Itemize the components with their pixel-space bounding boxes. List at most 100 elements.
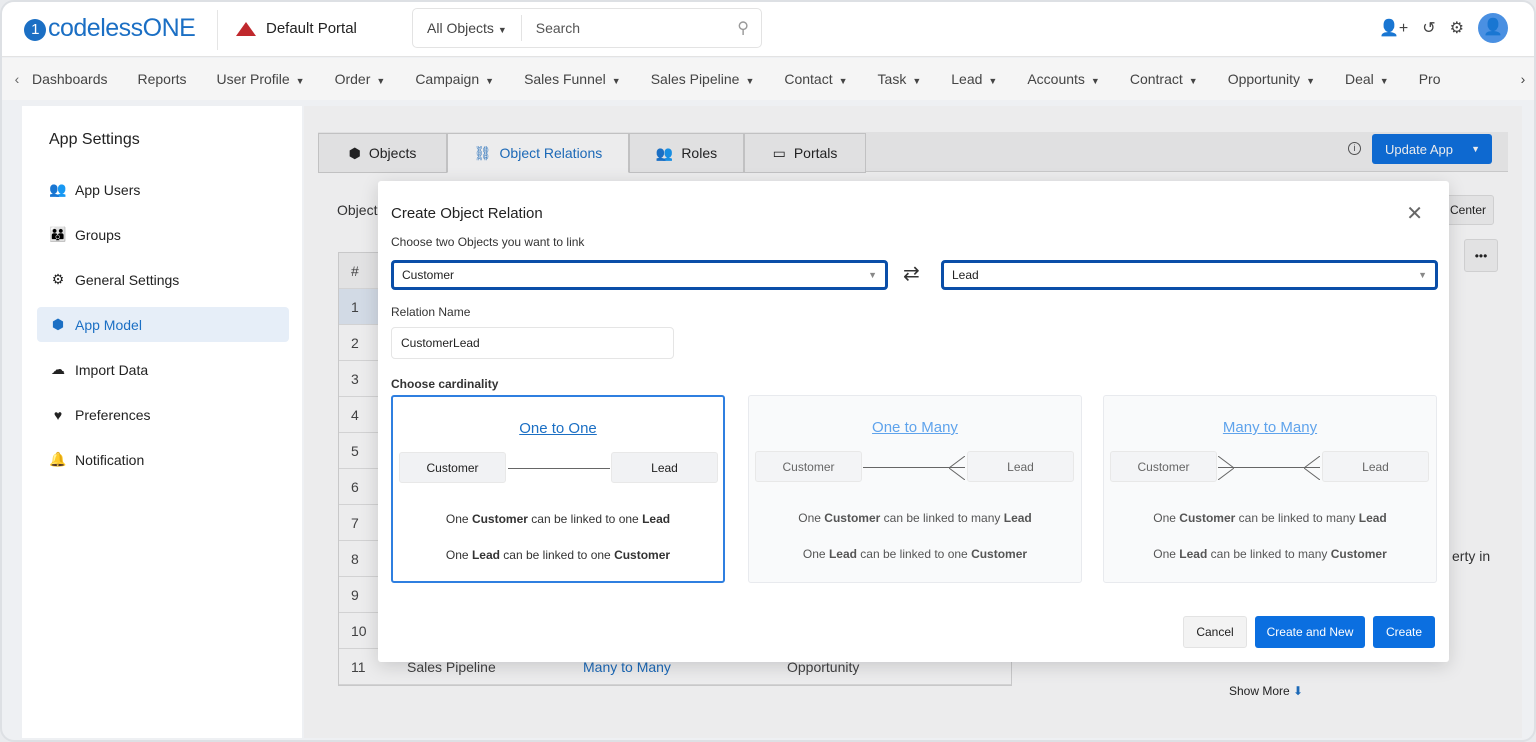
nav-item-label: User Profile — [216, 71, 290, 87]
nav-item-label: Opportunity — [1227, 71, 1301, 87]
desc-object: Lead — [1179, 547, 1208, 561]
create-button[interactable]: Create — [1373, 616, 1435, 648]
dialog-title: Create Object Relation — [391, 205, 543, 222]
object2-value: Lead — [952, 268, 979, 282]
nav-item-label: Accounts — [1027, 71, 1085, 87]
nav-item[interactable]: Pro — [1419, 71, 1441, 87]
search-scope-select[interactable]: All Objects ▼ — [413, 15, 522, 41]
relation-name-input[interactable]: CustomerLead — [391, 327, 674, 359]
desc-text: One — [445, 548, 469, 562]
nav-item-label: Task — [877, 71, 907, 87]
nav-item-label: Dashboards — [32, 71, 108, 87]
nav-item[interactable]: User Profile ▼ — [217, 71, 305, 87]
nav-item[interactable]: Accounts ▼ — [1027, 71, 1100, 87]
sidebar-item-groups[interactable]: 👪 Groups — [37, 217, 289, 252]
desc-text: One — [445, 512, 469, 526]
cardinality-description: One Customer can be linked to one Lead — [393, 512, 723, 526]
close-icon[interactable]: ✕ — [1406, 201, 1423, 226]
nav-scroll-right-icon[interactable]: › — [1512, 58, 1534, 100]
sidebar-item-general-settings[interactable]: ⚙ General Settings — [37, 262, 289, 297]
desc-object: Customer — [1330, 547, 1387, 561]
logo[interactable]: 1 codelessONE — [24, 14, 196, 43]
history-icon[interactable]: ↺ — [1422, 18, 1435, 38]
group-icon: 👪 — [49, 226, 67, 242]
gear-icon: ⚙ — [51, 271, 65, 287]
avatar[interactable]: 👤 — [1478, 13, 1508, 43]
nav-item[interactable]: Opportunity ▼ — [1228, 71, 1315, 87]
cardinality-description: One Lead can be linked to one Customer — [749, 547, 1081, 561]
nav-item[interactable]: Contract ▼ — [1130, 71, 1198, 87]
sidebar-item-label: Preferences — [75, 406, 151, 423]
sidebar-item-import-data[interactable]: ☁ Import Data — [37, 352, 289, 387]
cloud-upload-icon: ☁ — [51, 361, 65, 377]
desc-text: One — [802, 547, 826, 561]
gear-icon[interactable]: ⚙ — [1450, 18, 1464, 38]
desc-object: Lead — [1358, 511, 1387, 525]
object2-select[interactable]: Lead ▼ — [941, 260, 1438, 290]
nav-item-label: Pro — [1418, 71, 1441, 87]
nav-item-label: Reports — [137, 71, 187, 87]
divider — [217, 10, 218, 50]
sidebar-item-notification[interactable]: 🔔 Notification — [37, 442, 289, 477]
cardinality-title[interactable]: Many to Many — [1104, 419, 1436, 436]
search-scope-label: All Objects — [427, 20, 494, 36]
sidebar-item-label: Import Data — [75, 361, 149, 378]
nav-item-label: Campaign — [415, 71, 480, 87]
create-object-relation-dialog: Create Object Relation ✕ Choose two Obje… — [378, 181, 1449, 662]
nav-item[interactable]: Reports — [138, 71, 187, 87]
logo-mark-icon: 1 — [24, 19, 46, 41]
sidebar-item-preferences[interactable]: ♥ Preferences — [37, 397, 289, 432]
cardinality-description: One Customer can be linked to many Lead — [1104, 511, 1436, 525]
desc-object: Customer — [614, 548, 671, 562]
search-icon[interactable]: ⚲ — [737, 18, 749, 38]
nav-item[interactable]: Contact ▼ — [784, 71, 847, 87]
nav-item-label: Sales Pipeline — [650, 71, 740, 87]
cancel-button[interactable]: Cancel — [1183, 616, 1247, 648]
desc-object: Customer — [1179, 511, 1236, 525]
nav-item[interactable]: Sales Funnel ▼ — [524, 71, 621, 87]
nav-item[interactable]: Campaign ▼ — [415, 71, 494, 87]
desc-object: Customer — [471, 512, 528, 526]
cardinality-option-one-to-many[interactable]: One to Many Customer Lead One Customer c… — [748, 395, 1082, 583]
crows-foot-icon — [949, 456, 965, 480]
search-input[interactable]: Search — [522, 20, 738, 36]
caret-down-icon: ▼ — [988, 76, 998, 86]
nav-item[interactable]: Lead ▼ — [951, 71, 997, 87]
nav-item[interactable]: Deal ▼ — [1345, 71, 1389, 87]
cardinality-title[interactable]: One to One — [393, 420, 723, 437]
sidebar-item-app-model[interactable]: ⬢ App Model — [37, 307, 289, 342]
right-object-box: Lead — [611, 452, 718, 483]
sidebar: App Settings 👥 App Users 👪 Groups ⚙ General S… — [22, 106, 302, 738]
swap-icon[interactable]: ⇄ — [903, 261, 920, 286]
object1-select[interactable]: Customer ▼ — [391, 260, 888, 290]
desc-text: can be linked to many — [1238, 511, 1356, 525]
caret-down-icon: ▼ — [295, 76, 305, 86]
caret-down-icon: ▼ — [485, 76, 495, 86]
left-object-box: Customer — [1110, 451, 1217, 482]
choose-objects-label: Choose two Objects you want to link — [391, 235, 585, 249]
nav-item-label: Contact — [784, 71, 833, 87]
nav-scroll-left-icon[interactable]: ‹ — [2, 71, 32, 87]
app-window: 1 codelessONE Default Portal All Objects … — [0, 0, 1536, 742]
cardinality-option-one-to-one[interactable]: One to One Customer Lead One Customer ca… — [391, 395, 725, 583]
create-and-new-button[interactable]: Create and New — [1255, 616, 1365, 648]
caret-down-icon: ▼ — [1418, 270, 1427, 280]
portal-switcher[interactable]: Default Portal — [236, 20, 357, 37]
nav-item[interactable]: Order ▼ — [335, 71, 386, 87]
cardinality-label: Choose cardinality — [391, 377, 499, 391]
nav-item[interactable]: Dashboards — [32, 71, 108, 87]
nav-item-label: Deal — [1344, 71, 1374, 87]
crows-foot-icon — [1218, 456, 1234, 480]
nav-item[interactable]: Sales Pipeline ▼ — [651, 71, 755, 87]
sidebar-item-app-users[interactable]: 👥 App Users — [37, 172, 289, 207]
add-user-icon[interactable]: 👤+ — [1379, 18, 1408, 38]
cardinality-title[interactable]: One to Many — [749, 419, 1081, 436]
header-actions: 👤+ ↺ ⚙ 👤 — [1379, 13, 1508, 43]
nav-item[interactable]: Task ▼ — [878, 71, 922, 87]
relation-name-label: Relation Name — [391, 305, 471, 319]
cardinality-option-many-to-many[interactable]: Many to Many Customer Lead One Customer … — [1103, 395, 1437, 583]
top-nav: ‹ Dashboards Reports User Profile ▼ Order ▼ Ca… — [2, 58, 1534, 100]
sidebar-title: App Settings — [49, 131, 140, 148]
header: 1 codelessONE Default Portal All Objects … — [2, 2, 1534, 57]
left-object-box: Customer — [399, 452, 506, 483]
